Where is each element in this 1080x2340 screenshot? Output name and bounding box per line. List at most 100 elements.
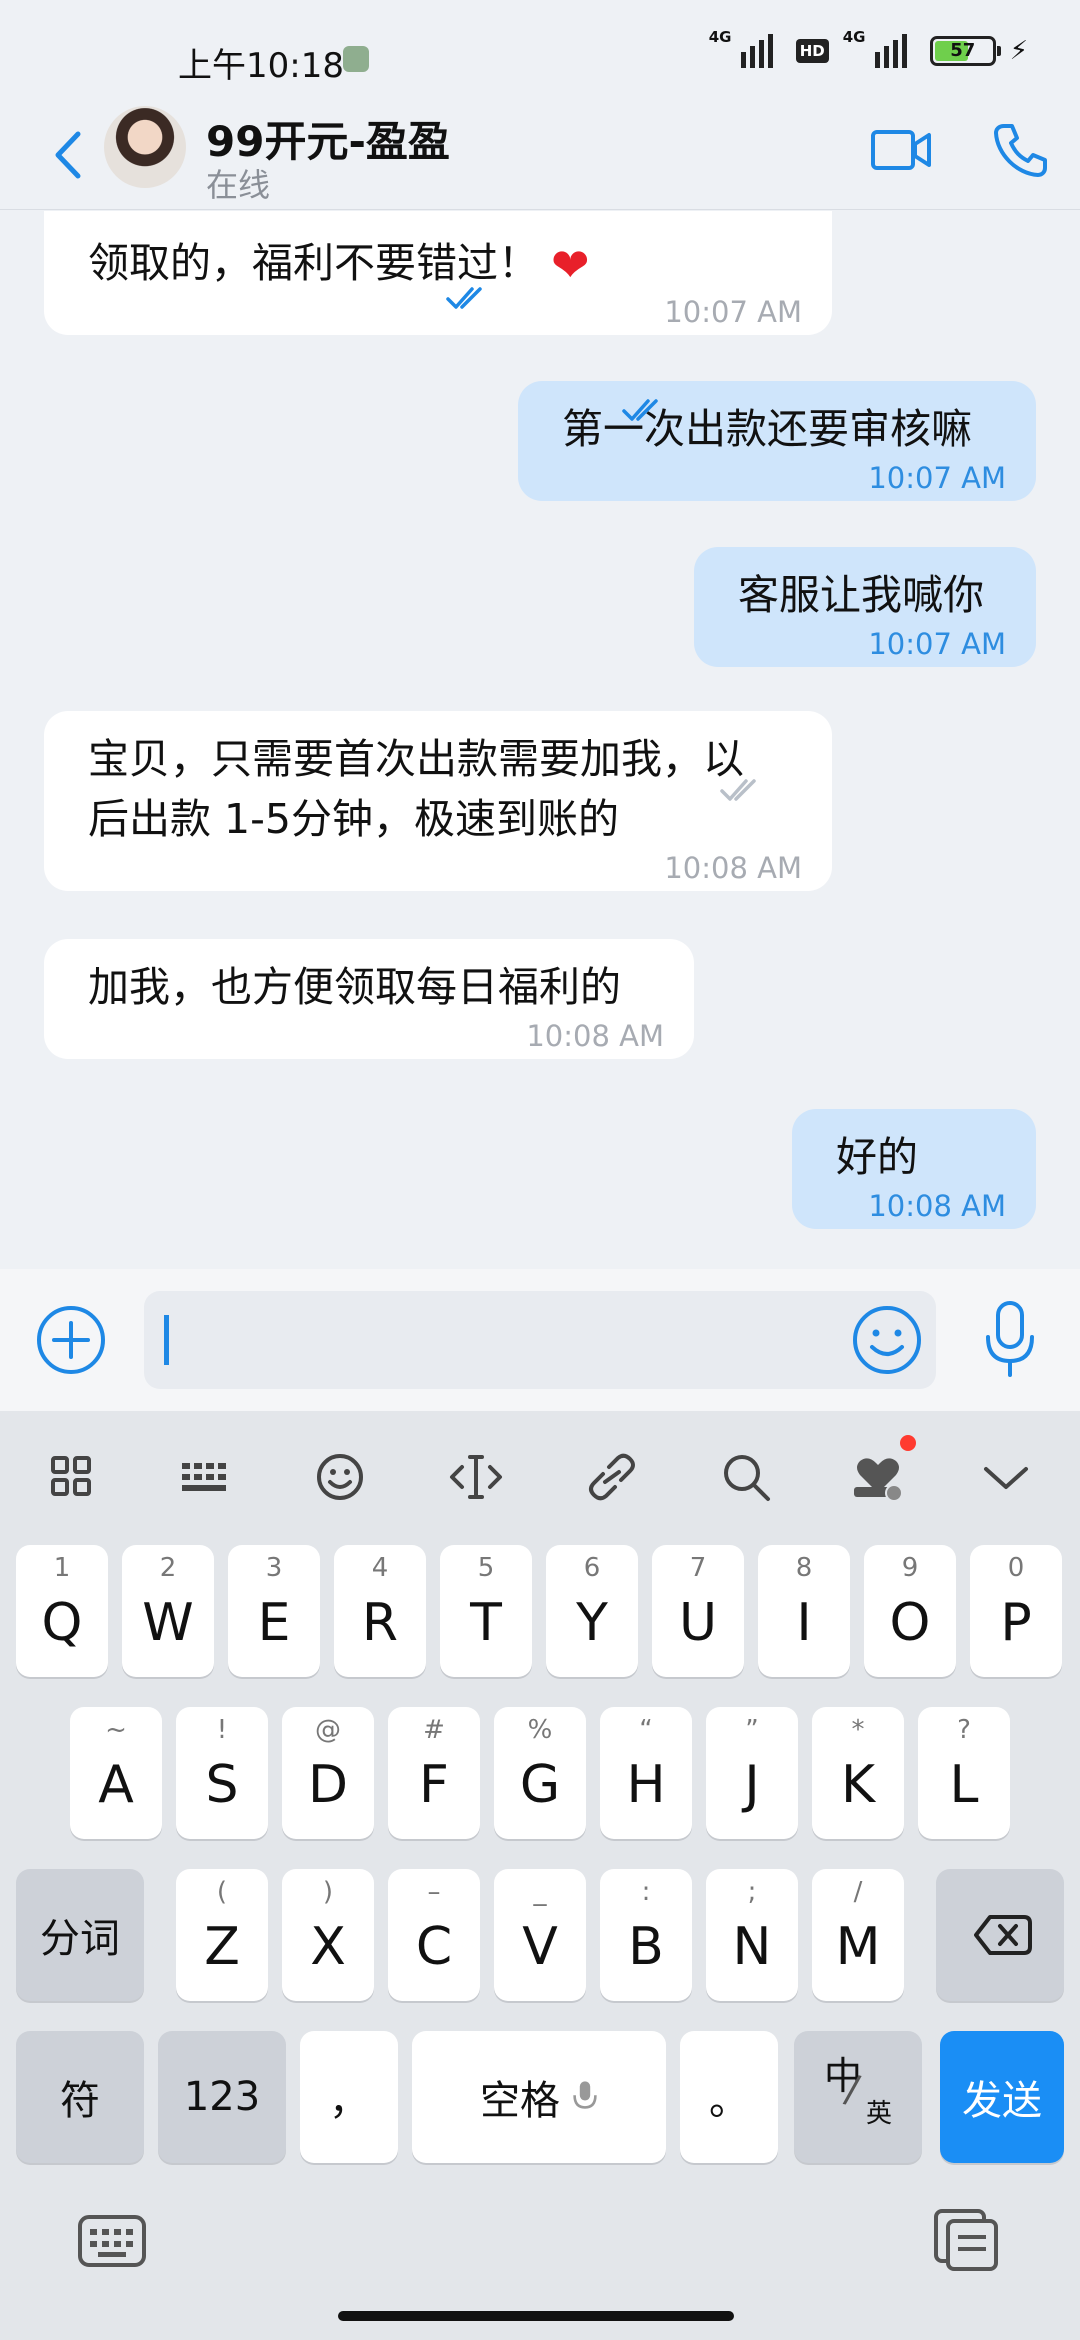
message-time: 10:08 AM bbox=[664, 851, 802, 885]
key-secondary-label: 5 bbox=[477, 1553, 495, 1583]
emoji-button[interactable] bbox=[852, 1305, 922, 1375]
key-secondary-label: * bbox=[851, 1715, 865, 1745]
key-label: 分词 bbox=[40, 1916, 120, 1962]
backspace-key[interactable] bbox=[936, 1869, 1064, 2001]
key-m[interactable]: / M bbox=[812, 1869, 904, 2001]
key-label: Y bbox=[576, 1593, 608, 1653]
toolbar-sticker-button[interactable] bbox=[848, 1449, 908, 1505]
key-w[interactable]: 2W bbox=[122, 1545, 214, 1677]
message-time: 10:07 AM bbox=[664, 295, 802, 329]
link-icon bbox=[589, 1453, 635, 1501]
key-q[interactable]: 1Q bbox=[16, 1545, 108, 1677]
key-label: 。 bbox=[709, 2078, 749, 2124]
message-bubble-incoming[interactable]: 加我，也方便领取每日福利的 10:08 AM bbox=[44, 939, 694, 1059]
sent-ticks-icon bbox=[720, 779, 756, 801]
key-o[interactable]: 9O bbox=[864, 1545, 956, 1677]
message-text-line-2: 后出款 1-5分钟，极速到账的 bbox=[88, 795, 619, 843]
key-j[interactable]: ” J bbox=[706, 1707, 798, 1839]
key-f[interactable]: # F bbox=[388, 1707, 480, 1839]
contact-avatar[interactable] bbox=[104, 106, 186, 188]
battery-icon: 57 bbox=[929, 36, 1001, 66]
space-key[interactable]: 空格 bbox=[412, 2031, 666, 2163]
key-label: ， bbox=[329, 2078, 369, 2124]
key-secondary-label: ” bbox=[745, 1715, 759, 1745]
key-r[interactable]: 4R bbox=[334, 1545, 426, 1677]
period-key[interactable]: 。 bbox=[680, 2031, 778, 2163]
key-c[interactable]: – C bbox=[388, 1869, 480, 2001]
back-button[interactable] bbox=[40, 120, 100, 190]
key-a[interactable]: ~ A bbox=[70, 1707, 162, 1839]
key-p[interactable]: 0P bbox=[970, 1545, 1062, 1677]
message-text: 领取的，福利不要错过！ bbox=[88, 239, 539, 287]
key-secondary-label: 8 bbox=[795, 1553, 813, 1583]
toolbar-layout-button[interactable] bbox=[176, 1449, 236, 1505]
message-list[interactable]: 领取的，福利不要错过！ ❤ 10:07 AM 第一次出款还要审核嘛 10:07 A… bbox=[0, 211, 1080, 1269]
key-label: L bbox=[949, 1755, 979, 1815]
key-label-en: 英 bbox=[866, 2099, 893, 2129]
toolbar-menu-button[interactable] bbox=[42, 1449, 102, 1505]
key-l[interactable]: ? L bbox=[918, 1707, 1010, 1839]
composer-bar bbox=[0, 1269, 1080, 1411]
key-secondary-label: ! bbox=[216, 1715, 228, 1745]
attach-button[interactable] bbox=[36, 1305, 106, 1375]
message-bubble-incoming[interactable]: 宝贝，只需要首次出款需要加我，以 后出款 1-5分钟，极速到账的 10:08 A… bbox=[44, 711, 832, 891]
keyboard-switch-icon bbox=[78, 2215, 146, 2267]
key-label: H bbox=[626, 1755, 666, 1815]
keyboard-icon bbox=[182, 1463, 226, 1491]
clipboard-button[interactable] bbox=[932, 2207, 1002, 2273]
key-u[interactable]: 7U bbox=[652, 1545, 744, 1677]
message-bubble-outgoing[interactable]: 好的 10:08 AM bbox=[792, 1109, 1036, 1229]
key-b[interactable]: :B bbox=[600, 1869, 692, 2001]
toolbar-emoji-button[interactable] bbox=[310, 1449, 370, 1505]
read-ticks-icon bbox=[446, 287, 482, 309]
clipboard-icon bbox=[934, 2209, 998, 2271]
app-notification-icon bbox=[343, 46, 369, 72]
message-input[interactable] bbox=[144, 1291, 936, 1389]
read-ticks-icon bbox=[622, 399, 658, 421]
chat-header: 99开元-盈盈 在线 bbox=[0, 100, 1080, 210]
key-v[interactable]: _ V bbox=[494, 1869, 586, 2001]
voice-input-button[interactable] bbox=[982, 1299, 1038, 1379]
key-h[interactable]: “H bbox=[600, 1707, 692, 1839]
key-n[interactable]: ; N bbox=[706, 1869, 798, 2001]
key-label: E bbox=[257, 1593, 291, 1653]
message-bubble-outgoing[interactable]: 第一次出款还要审核嘛 10:07 AM bbox=[518, 381, 1036, 501]
symbol-key[interactable]: 符 bbox=[16, 2031, 144, 2163]
key-secondary-label: 7 bbox=[689, 1553, 707, 1583]
toolbar-cursor-button[interactable] bbox=[446, 1449, 506, 1505]
key-label: S bbox=[205, 1755, 239, 1815]
key-x[interactable]: ) X bbox=[282, 1869, 374, 2001]
collapse-keyboard-button[interactable] bbox=[976, 1449, 1036, 1505]
message-bubble-outgoing[interactable]: 客服让我喊你 10:07 AM bbox=[694, 547, 1036, 667]
message-text-line-1: 宝贝，只需要首次出款需要加我，以 bbox=[88, 735, 744, 783]
key-s[interactable]: ! S bbox=[176, 1707, 268, 1839]
comma-key[interactable]: ， bbox=[300, 2031, 398, 2163]
keyboard-toolbar bbox=[0, 1411, 1080, 1541]
switch-keyboard-button[interactable] bbox=[76, 2211, 148, 2271]
toolbar-search-button[interactable] bbox=[716, 1449, 776, 1505]
key-d[interactable]: @ D bbox=[282, 1707, 374, 1839]
key-g[interactable]: % G bbox=[494, 1707, 586, 1839]
key-t[interactable]: 5T bbox=[440, 1545, 532, 1677]
message-text: 好的 bbox=[836, 1133, 918, 1181]
video-call-button[interactable] bbox=[870, 122, 932, 178]
key-secondary-label: “ bbox=[639, 1715, 653, 1745]
key-y[interactable]: 6Y bbox=[546, 1545, 638, 1677]
home-indicator[interactable] bbox=[338, 2311, 734, 2321]
key-e[interactable]: 3E bbox=[228, 1545, 320, 1677]
key-k[interactable]: * K bbox=[812, 1707, 904, 1839]
grid-icon bbox=[51, 1456, 91, 1496]
voice-call-button[interactable] bbox=[990, 120, 1050, 180]
send-key[interactable]: 发送 bbox=[940, 2031, 1064, 2163]
language-toggle-key[interactable]: 中 / 英 bbox=[794, 2031, 922, 2163]
number-key[interactable]: 123 bbox=[158, 2031, 286, 2163]
segment-key[interactable]: 分词 bbox=[16, 1869, 144, 2001]
key-z[interactable]: (Z bbox=[176, 1869, 268, 2001]
key-label: X bbox=[310, 1917, 346, 1977]
soft-keyboard: 1 Q 2 W 3 E 4 R 5 T 6 Y 7 U 8 I 9 O 0 P ~ A! S @ D # F% G “H” J * K? L 分词… bbox=[0, 1411, 1080, 2340]
message-bubble-incoming[interactable]: 领取的，福利不要错过！ ❤ 10:07 AM bbox=[44, 211, 832, 335]
key-i[interactable]: 8I bbox=[758, 1545, 850, 1677]
toolbar-link-button[interactable] bbox=[582, 1449, 642, 1505]
video-call-icon bbox=[871, 130, 931, 170]
key-label: O bbox=[889, 1593, 931, 1653]
